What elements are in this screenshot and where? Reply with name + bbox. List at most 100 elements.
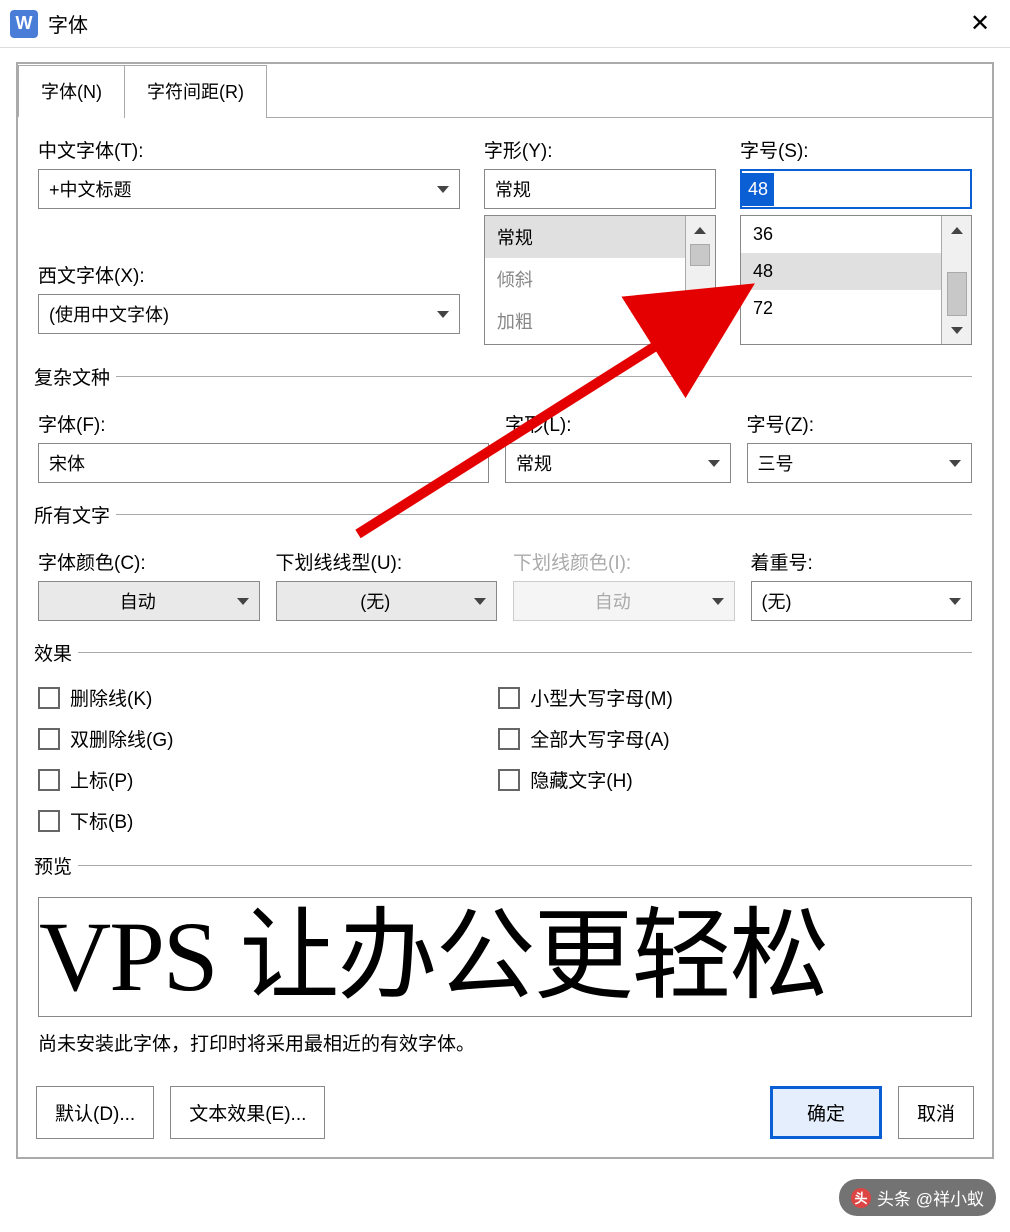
- group-effects-legend: 效果: [34, 639, 78, 666]
- scroll-thumb[interactable]: [947, 272, 967, 316]
- checkbox-icon: [38, 769, 60, 791]
- checkbox-label: 全部大写字母(A): [530, 725, 669, 752]
- complex-style-value: 常规: [516, 450, 698, 476]
- checkbox-label: 双删除线(G): [70, 725, 173, 752]
- watermark: 头 头条 @祥小蚁: [839, 1179, 996, 1216]
- list-item[interactable]: 48: [741, 253, 941, 290]
- list-item[interactable]: 加粗: [485, 300, 685, 342]
- scroll-up-icon[interactable]: [686, 216, 715, 244]
- complex-font-combo[interactable]: 宋体: [38, 443, 489, 483]
- watermark-icon: 头: [851, 1188, 871, 1208]
- chevron-down-icon: [237, 598, 249, 605]
- tab-font[interactable]: 字体(N): [18, 65, 125, 118]
- chevron-down-icon: [466, 460, 478, 467]
- style-label: 字形(Y):: [484, 136, 716, 163]
- group-alltext-legend: 所有文字: [34, 501, 116, 528]
- list-item[interactable]: 72: [741, 290, 941, 327]
- scrollbar[interactable]: [685, 216, 715, 344]
- tab-strip: 字体(N) 字符间距(R): [18, 64, 992, 118]
- size-input[interactable]: 48: [740, 169, 972, 209]
- chevron-down-icon: [712, 598, 724, 605]
- text-effects-button[interactable]: 文本效果(E)...: [170, 1086, 325, 1139]
- complex-size-combo[interactable]: 三号: [747, 443, 973, 483]
- style-input[interactable]: 常规: [484, 169, 716, 209]
- preview-box: VPS 让办公更轻松: [38, 897, 972, 1017]
- style-value: 常规: [495, 176, 531, 202]
- cn-font-combo[interactable]: +中文标题: [38, 169, 460, 209]
- checkbox-strike[interactable]: 删除线(K): [38, 684, 458, 711]
- checkbox-superscript[interactable]: 上标(P): [38, 766, 458, 793]
- button-bar: 默认(D)... 文本效果(E)... 确定 取消: [36, 1086, 974, 1139]
- west-font-value: (使用中文字体): [49, 301, 169, 327]
- complex-font-label: 字体(F):: [38, 410, 489, 437]
- checkbox-smallcaps[interactable]: 小型大写字母(M): [498, 684, 918, 711]
- app-icon: W: [10, 10, 38, 38]
- scroll-down-icon[interactable]: [686, 316, 715, 344]
- west-font-combo[interactable]: (使用中文字体): [38, 294, 460, 334]
- cn-font-label: 中文字体(T):: [38, 136, 460, 163]
- checkbox-subscript[interactable]: 下标(B): [38, 807, 458, 834]
- list-item[interactable]: 36: [741, 216, 941, 253]
- checkbox-icon: [498, 687, 520, 709]
- size-listbox[interactable]: 36 48 72: [740, 215, 972, 345]
- checkbox-allcaps[interactable]: 全部大写字母(A): [498, 725, 918, 752]
- style-listbox[interactable]: 常规 倾斜 加粗: [484, 215, 716, 345]
- list-item[interactable]: 倾斜: [485, 258, 685, 300]
- close-button[interactable]: ✕: [960, 9, 1000, 38]
- complex-style-combo[interactable]: 常规: [505, 443, 731, 483]
- scroll-up-icon[interactable]: [942, 216, 971, 244]
- checkbox-double-strike[interactable]: 双删除线(G): [38, 725, 458, 752]
- emphasis-combo[interactable]: (无): [751, 581, 973, 621]
- chevron-down-icon: [437, 311, 449, 318]
- chevron-down-icon: [708, 460, 720, 467]
- emphasis-label: 着重号:: [751, 548, 973, 575]
- group-effects: 效果 删除线(K) 双删除线(G) 上标(P) 下标(B) 小型大写字母(M) …: [38, 639, 972, 834]
- chevron-down-icon: [949, 460, 961, 467]
- font-color-label: 字体颜色(C):: [38, 548, 260, 575]
- complex-size-label: 字号(Z):: [747, 410, 973, 437]
- west-font-label: 西文字体(X):: [38, 261, 460, 288]
- group-complex-legend: 复杂文种: [34, 363, 116, 390]
- watermark-text: 头条 @祥小蚁: [877, 1185, 984, 1210]
- underline-color-value: 自动: [524, 588, 702, 614]
- chevron-down-icon: [474, 598, 486, 605]
- checkbox-label: 下标(B): [70, 807, 133, 834]
- checkbox-label: 上标(P): [70, 766, 133, 793]
- checkbox-icon: [38, 728, 60, 750]
- checkbox-label: 隐藏文字(H): [530, 766, 632, 793]
- scroll-thumb[interactable]: [690, 244, 710, 266]
- list-item[interactable]: 常规: [485, 216, 685, 258]
- cn-font-value: +中文标题: [49, 176, 132, 202]
- checkbox-icon: [38, 810, 60, 832]
- titlebar: W 字体 ✕: [0, 0, 1010, 48]
- chevron-down-icon: [437, 186, 449, 193]
- font-color-value: 自动: [49, 588, 227, 614]
- checkbox-icon: [498, 728, 520, 750]
- chevron-down-icon: [949, 598, 961, 605]
- font-color-combo[interactable]: 自动: [38, 581, 260, 621]
- underline-color-label: 下划线颜色(I):: [513, 548, 735, 575]
- group-preview-legend: 预览: [34, 852, 78, 879]
- scrollbar[interactable]: [941, 216, 971, 344]
- underline-style-combo[interactable]: (无): [276, 581, 498, 621]
- complex-font-value: 宋体: [49, 450, 456, 476]
- complex-size-value: 三号: [758, 450, 940, 476]
- group-alltext: 所有文字 字体颜色(C): 自动 下划线线型(U): (无): [38, 501, 972, 621]
- underline-style-value: (无): [287, 588, 465, 614]
- default-button[interactable]: 默认(D)...: [36, 1086, 154, 1139]
- underline-style-label: 下划线线型(U):: [276, 548, 498, 575]
- emphasis-value: (无): [762, 588, 940, 614]
- checkbox-hidden[interactable]: 隐藏文字(H): [498, 766, 918, 793]
- cancel-button[interactable]: 取消: [898, 1086, 974, 1139]
- complex-style-label: 字形(L):: [505, 410, 731, 437]
- tab-spacing[interactable]: 字符间距(R): [124, 65, 267, 118]
- group-preview: 预览 VPS 让办公更轻松 尚未安装此字体，打印时将采用最相近的有效字体。: [38, 852, 972, 1056]
- preview-note: 尚未安装此字体，打印时将采用最相近的有效字体。: [38, 1029, 972, 1056]
- preview-text: VPS 让办公更轻松: [39, 907, 827, 1007]
- checkbox-label: 删除线(K): [70, 684, 152, 711]
- underline-color-combo: 自动: [513, 581, 735, 621]
- scroll-down-icon[interactable]: [942, 316, 971, 344]
- ok-button[interactable]: 确定: [770, 1086, 882, 1139]
- group-complex: 复杂文种 字体(F): 宋体 字形(L): 常规: [38, 363, 972, 483]
- size-value: 48: [742, 173, 774, 206]
